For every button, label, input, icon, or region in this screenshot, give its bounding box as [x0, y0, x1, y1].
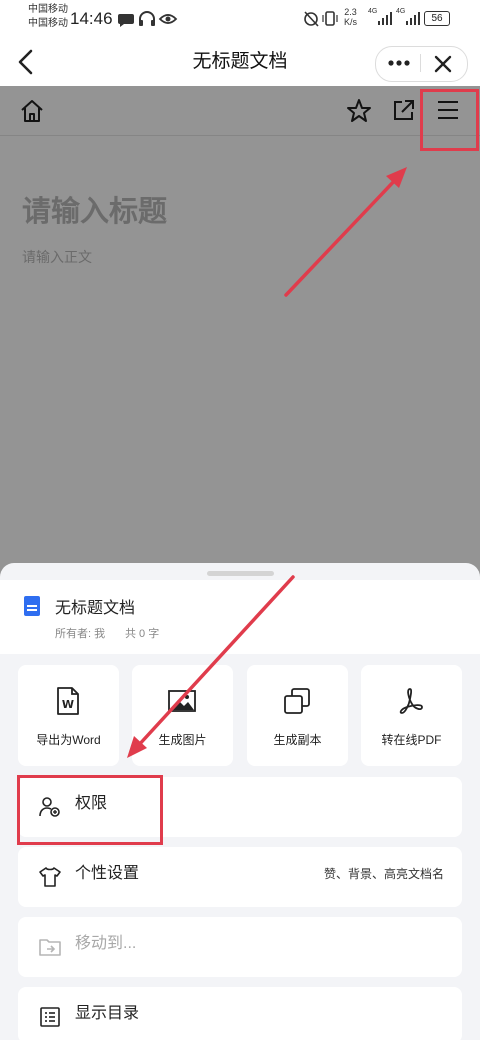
arrow-to-menu-icon [284, 167, 407, 297]
annotation-arrows [127, 167, 407, 758]
arrow-to-permissions-icon [127, 575, 295, 758]
